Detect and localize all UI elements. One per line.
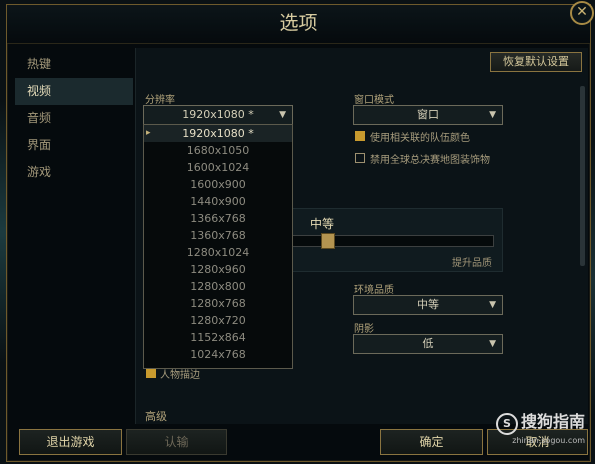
sidebar-item-interface[interactable]: 界面: [15, 132, 133, 159]
disable-decor-checkbox[interactable]: [355, 153, 365, 163]
resolution-option[interactable]: 1680x1050: [144, 142, 292, 159]
sidebar-item-game[interactable]: 游戏: [15, 159, 133, 186]
outline-checkbox[interactable]: [146, 368, 156, 378]
environment-quality-value: 中等: [417, 298, 439, 311]
resolution-option-label: 1680x1050: [186, 144, 250, 157]
resolution-option[interactable]: ▸ 1920x1080 *: [144, 125, 292, 142]
shadows-select[interactable]: 低 ▼: [353, 334, 503, 354]
surrender-button[interactable]: 认输: [126, 429, 227, 455]
shadows-label: 阴影: [354, 324, 374, 335]
resolution-option[interactable]: 1280x800: [144, 278, 292, 295]
resolution-option[interactable]: 1280x960: [144, 261, 292, 278]
environment-quality-label: 环境品质: [354, 285, 394, 296]
environment-quality-select[interactable]: 中等 ▼: [353, 295, 503, 315]
chevron-down-icon: ▼: [489, 339, 496, 349]
resolution-option[interactable]: 1360x768: [144, 227, 292, 244]
scrollbar[interactable]: [580, 86, 585, 266]
sidebar-item-video[interactable]: 视频: [15, 78, 133, 105]
resolution-label: 分辨率: [145, 95, 175, 106]
sogou-logo-icon: S: [495, 413, 518, 435]
exit-game-button[interactable]: 退出游戏: [19, 429, 122, 455]
shadows-value: 低: [422, 337, 434, 350]
resolution-option-label: 1440x900: [190, 195, 246, 208]
ok-button[interactable]: 确定: [380, 429, 483, 455]
watermark-url: zhinan.sogou.com: [512, 436, 585, 445]
sidebar-item-sound[interactable]: 音频: [15, 105, 133, 132]
resolution-option-label: 1920x1080 *: [182, 127, 254, 140]
resolution-option-label: 1280x768: [190, 297, 246, 310]
resolution-option-label: 1600x900: [190, 178, 246, 191]
resolution-option[interactable]: 1280x768: [144, 295, 292, 312]
watermark-text: 搜狗指南: [520, 412, 585, 431]
close-button[interactable]: ✕: [570, 1, 594, 25]
resolution-option[interactable]: 1152x864: [144, 329, 292, 346]
graphics-quality-slider[interactable]: [292, 233, 494, 249]
resolution-option[interactable]: 1600x900: [144, 176, 292, 193]
resolution-select[interactable]: 1920x1080 * ▼: [143, 105, 293, 125]
resolution-option-label: 1152x864: [190, 331, 246, 344]
resolution-option[interactable]: 1440x900: [144, 193, 292, 210]
resolution-option-label: 1366x768: [190, 212, 246, 225]
resolution-dropdown-list[interactable]: ▸ 1920x1080 * 1680x1050 1600x1024 1600x900 14…: [143, 124, 293, 369]
dialog-title: 选项: [7, 5, 590, 44]
team-color-label: 使用相关联的队伍颜色: [370, 133, 470, 144]
resolution-option-label: 1280x1024: [186, 246, 250, 259]
chevron-down-icon: ▼: [489, 110, 496, 120]
chevron-down-icon: ▼: [279, 110, 286, 120]
resolution-option[interactable]: 1600x1024: [144, 159, 292, 176]
window-mode-value: 窗口: [417, 108, 439, 121]
resolution-option[interactable]: 1024x768: [144, 346, 292, 363]
resolution-option-label: 1600x1024: [186, 161, 250, 174]
advanced-section-label: 高级: [145, 410, 167, 423]
resolution-option[interactable]: 1280x1024: [144, 244, 292, 261]
resolution-option-label: 1280x800: [190, 280, 246, 293]
resolution-option-label: 1280x960: [190, 263, 246, 276]
resolution-option[interactable]: 1366x768: [144, 210, 292, 227]
team-color-checkbox[interactable]: [355, 131, 365, 141]
graphics-quality-panel: 中等 提升品质: [285, 208, 503, 272]
sidebar-item-hotkeys[interactable]: 热键: [15, 51, 133, 78]
slider-thumb[interactable]: [321, 233, 335, 249]
resolution-option-label: 1280x720: [190, 314, 246, 327]
restore-defaults-button[interactable]: 恢复默认设置: [490, 52, 582, 72]
improve-quality-link[interactable]: 提升品质: [452, 254, 492, 269]
window-mode-label: 窗口模式: [354, 95, 394, 106]
resolution-option-label: 1024x768: [190, 348, 246, 361]
resolution-option[interactable]: 1280x720: [144, 312, 292, 329]
selected-marker-icon: ▸: [146, 128, 151, 138]
window-mode-select[interactable]: 窗口 ▼: [353, 105, 503, 125]
resolution-value: 1920x1080 *: [182, 108, 254, 121]
sidebar: 热键 视频 音频 界面 游戏: [15, 51, 133, 186]
chevron-down-icon: ▼: [489, 300, 496, 310]
disable-decor-label: 禁用全球总决赛地图装饰物: [370, 155, 490, 166]
graphics-quality-label: 中等: [310, 217, 335, 231]
watermark: S 搜狗指南 zhinan.sogou.com: [495, 408, 585, 445]
resolution-option-label: 1360x768: [190, 229, 246, 242]
